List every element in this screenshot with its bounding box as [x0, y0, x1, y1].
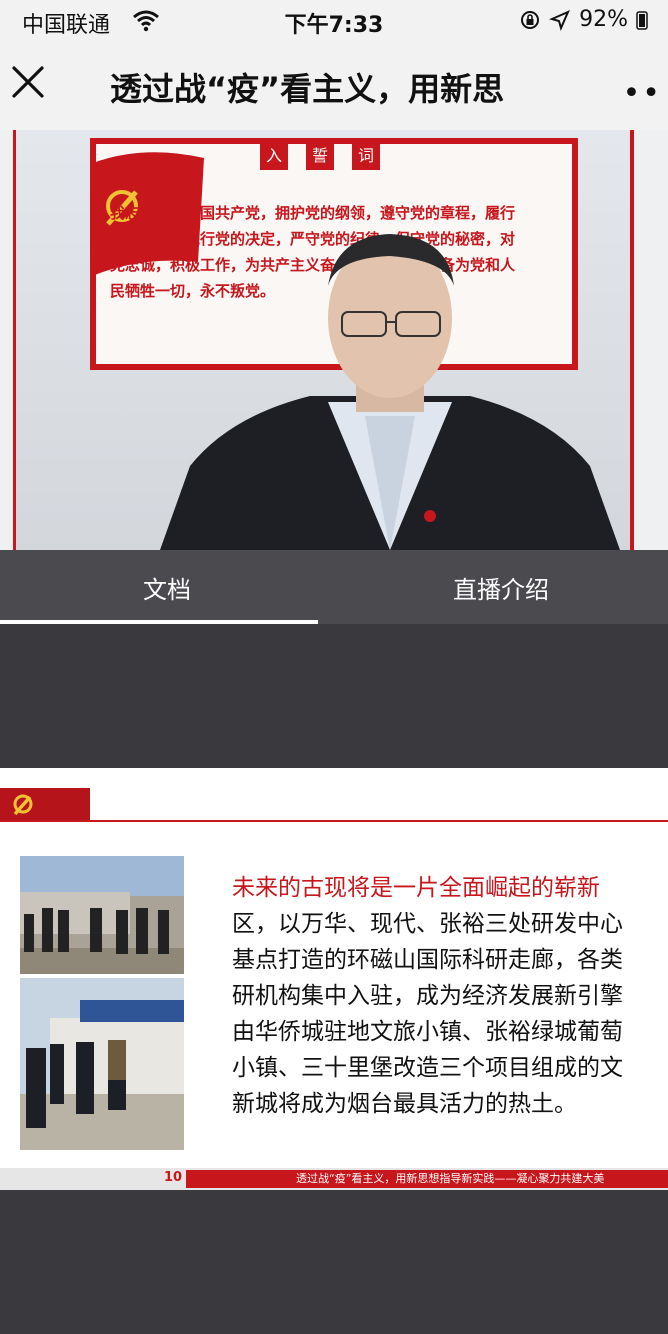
- slide-footer-title: 透过战“疫”看主义，用新思想指导新实践——凝心聚力共建大美: [186, 1170, 668, 1188]
- slide-text-line: 小镇、三十里堡改造三个项目组成的文: [232, 1055, 623, 1081]
- document-slide[interactable]: 未来的古现将是一片全面崛起的崭新 区，以万华、现代、张裕三处研发中心 基点打造的…: [0, 768, 668, 1190]
- slide-text-line: 未来的古现将是一片全面崛起的崭新: [232, 875, 600, 901]
- slide-body-text: 未来的古现将是一片全面崛起的崭新 区，以万华、现代、张裕三处研发中心 基点打造的…: [232, 870, 668, 1122]
- slide-text-line: 基点打造的环磁山国际科研走廊，各类: [232, 947, 623, 973]
- rotation-lock-icon: [521, 10, 540, 29]
- slide-photo-community-center: [20, 978, 184, 1150]
- close-icon[interactable]: [8, 62, 48, 102]
- video-wall-panel-left: [0, 130, 16, 550]
- more-icon[interactable]: ••: [623, 76, 662, 111]
- live-video[interactable]: 入 誓 词 我志愿加入中国共产党，拥护党的纲领，遵守党的章程，履行党员义务，执行…: [0, 130, 668, 550]
- slide-text-line: 研机构集中入驻，成为经济发展新引擎: [232, 983, 623, 1009]
- party-emblem-icon: [13, 794, 33, 816]
- oath-board-heading: 入 誓 词: [260, 138, 381, 170]
- slide-text-line: 区，以万华、现代、张裕三处研发中心: [232, 911, 623, 937]
- tab-live-intro[interactable]: 直播介绍: [334, 550, 668, 624]
- battery-icon: [636, 10, 648, 30]
- slide-text-line: 新城将成为烟台最具活力的热土。: [232, 1091, 577, 1117]
- slide-photo-site-visit: [20, 856, 184, 974]
- location-icon: [549, 9, 571, 31]
- page-title: 透过战“疫”看主义，用新思: [110, 70, 505, 108]
- tab-documents[interactable]: 文档: [0, 550, 334, 624]
- nav-bar: 透过战“疫”看主义，用新思 ••: [0, 42, 668, 130]
- video-wall-panel-right: [630, 130, 668, 550]
- slide-page-number: 10: [164, 1170, 183, 1185]
- status-bar: 中国联通 下午7:33 92%: [0, 0, 668, 42]
- slide-header-line: [0, 820, 668, 822]
- tab-bar: 文档 直播介绍: [0, 550, 668, 624]
- battery-percent: 92%: [579, 7, 628, 32]
- speaker-figure: [160, 234, 620, 550]
- slide-text-line: 由华侨城驻地文旅小镇、张裕绿城葡萄: [232, 1019, 623, 1045]
